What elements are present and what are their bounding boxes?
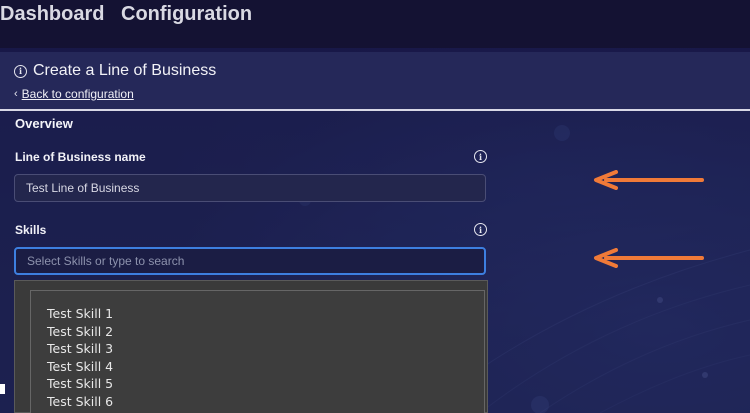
- section-heading: Overview: [15, 116, 73, 131]
- lob-name-value: Test Line of Business: [26, 181, 140, 195]
- page-title-row: i Create a Line of Business: [14, 62, 216, 80]
- skill-option[interactable]: Test Skill 1: [31, 305, 484, 323]
- top-navigation: Dashboard Configuration: [0, 0, 750, 48]
- skills-placeholder: Select Skills or type to search: [27, 254, 185, 268]
- info-icon[interactable]: i: [14, 64, 27, 78]
- nav-configuration[interactable]: Configuration: [121, 3, 252, 26]
- back-link[interactable]: ‹ Back to configuration: [14, 87, 134, 101]
- skills-label: Skills: [15, 223, 47, 237]
- page-title: Create a Line of Business: [33, 62, 217, 79]
- skill-option[interactable]: Test Skill 3: [31, 340, 484, 358]
- arrow-left-icon: [594, 170, 704, 190]
- lob-info-icon[interactable]: i: [474, 150, 487, 163]
- edge-marker: [0, 384, 5, 394]
- lob-name-label: Line of Business name: [15, 150, 146, 164]
- skills-options-list: Test Skill 1 Test Skill 2 Test Skill 3 T…: [30, 290, 485, 413]
- nav-dashboard[interactable]: Dashboard: [0, 3, 104, 26]
- skills-search-input[interactable]: Select Skills or type to search: [14, 247, 486, 275]
- back-link-label[interactable]: Back to configuration: [22, 87, 134, 101]
- skill-option[interactable]: Test Skill 5: [31, 375, 484, 393]
- skill-option[interactable]: Test Skill 4: [31, 358, 484, 376]
- arrow-left-icon: [594, 248, 704, 268]
- lob-name-input[interactable]: Test Line of Business: [14, 174, 486, 202]
- header-divider: [0, 109, 750, 111]
- skill-option[interactable]: Test Skill 2: [31, 323, 484, 341]
- skills-info-icon[interactable]: i: [474, 223, 487, 236]
- skill-option[interactable]: Test Skill 6: [31, 393, 484, 411]
- chevron-left-icon: ‹: [14, 88, 18, 100]
